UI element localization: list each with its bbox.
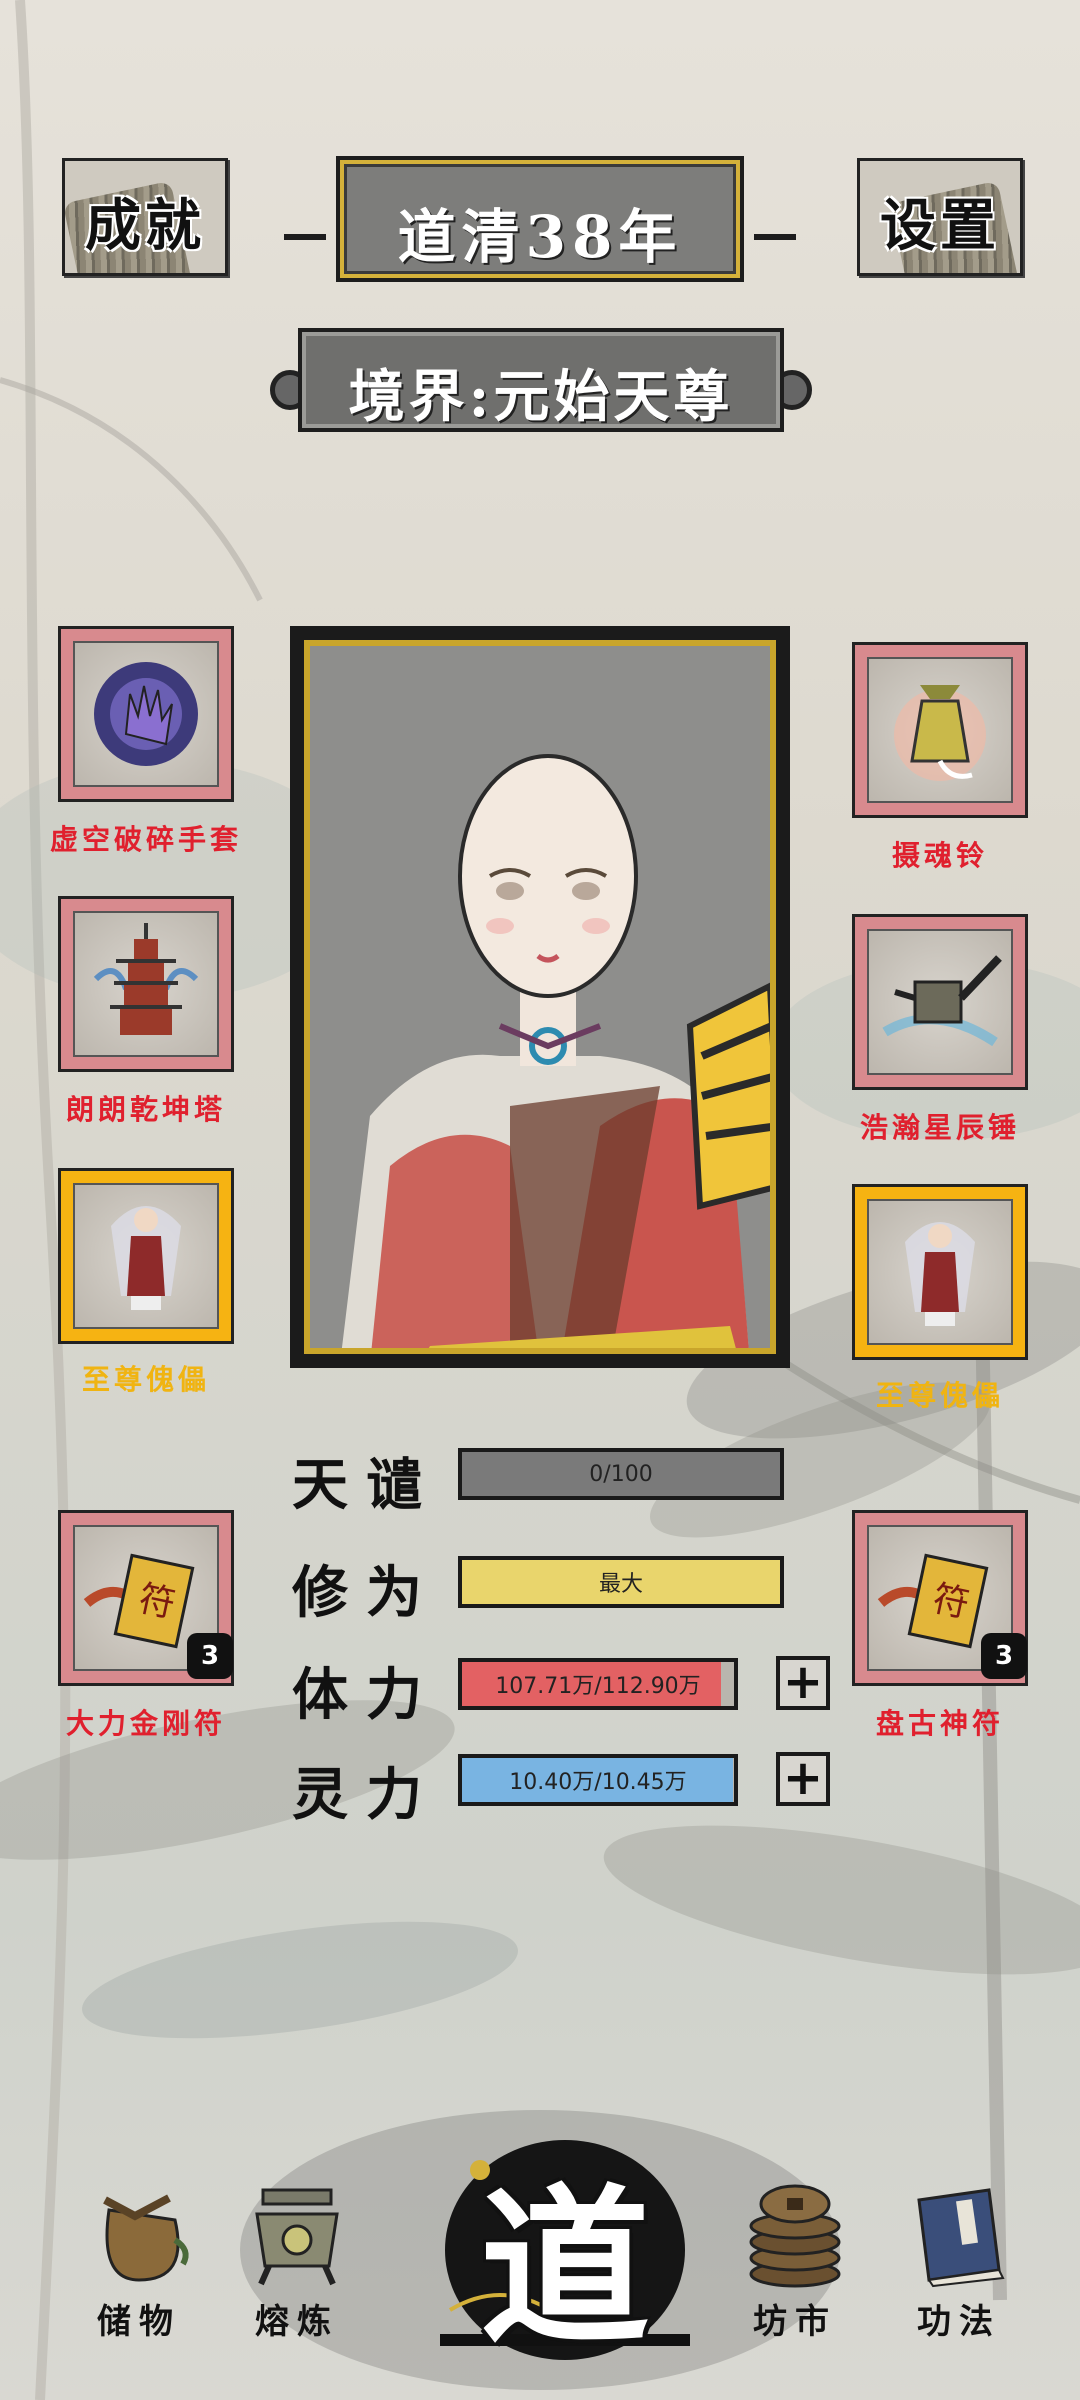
equip-name-left-2: 朗朗乾坤塔 xyxy=(65,1093,226,1126)
book-icon xyxy=(917,2188,1005,2288)
spirit-label: 灵力 xyxy=(292,1762,440,1828)
bell-icon xyxy=(894,685,986,781)
equip-slot-left-4[interactable]: 符 3 xyxy=(58,1510,234,1686)
equip-name-right-2: 浩瀚星辰锤 xyxy=(859,1111,1020,1144)
stamina-bar: 107.71万/112.90万 xyxy=(458,1658,738,1710)
nav-market[interactable]: 坊市 xyxy=(720,2180,870,2343)
coins-icon xyxy=(749,2184,841,2288)
equip-name-right-3: 至尊傀儡 xyxy=(875,1379,1004,1412)
achievements-button[interactable]: 成就 xyxy=(62,158,228,276)
cultivation-label: 修为 xyxy=(292,1560,440,1626)
nav-storage-label: 储物 xyxy=(97,2302,181,2342)
equip-name-right-4: 盘古神符 xyxy=(875,1707,1004,1740)
spirit-value: 10.40万/10.45万 xyxy=(509,1770,687,1795)
equip-slot-left-3[interactable] xyxy=(58,1168,234,1344)
equip-slot-right-4[interactable]: 符 3 xyxy=(852,1510,1028,1686)
pouch-icon xyxy=(103,2194,189,2282)
nav-smelt[interactable]: 熔炼 xyxy=(222,2180,372,2343)
cultivation-bar: 最大 xyxy=(458,1556,784,1608)
equip-name-right-1: 摄魂铃 xyxy=(891,839,988,872)
equip-slot-left-2[interactable] xyxy=(58,896,234,1072)
stamina-value: 107.71万/112.90万 xyxy=(495,1674,701,1699)
nav-skills-label: 功法 xyxy=(917,2302,1001,2342)
tribulation-label: 天谴 xyxy=(292,1452,440,1518)
nav-skills[interactable]: 功法 xyxy=(884,2180,1034,2343)
tribulation-bar: 0/100 xyxy=(458,1448,784,1500)
nav-smelt-label: 熔炼 xyxy=(255,2302,339,2342)
cultivation-value: 最大 xyxy=(598,1572,643,1597)
item-count-badge: 3 xyxy=(981,1633,1027,1679)
equip-name-left-3: 至尊傀儡 xyxy=(81,1363,210,1396)
equip-slot-right-2[interactable] xyxy=(852,914,1028,1090)
character-portrait[interactable] xyxy=(290,626,790,1368)
item-count-badge: 3 xyxy=(187,1633,233,1679)
plate-ornament-left xyxy=(284,234,326,240)
character-figure xyxy=(310,646,770,1348)
puppet-icon xyxy=(905,1222,975,1326)
tribulation-value: 0/100 xyxy=(589,1461,653,1487)
nav-market-label: 坊市 xyxy=(753,2302,837,2342)
realm-title: 境界:元始天尊 xyxy=(348,364,734,430)
dao-main-button[interactable]: 道 xyxy=(440,2110,690,2370)
achievements-label: 成就 xyxy=(85,193,205,259)
settings-label: 设置 xyxy=(880,193,1000,259)
equip-name-left-1: 虚空破碎手套 xyxy=(49,823,242,856)
add-stamina-button[interactable]: + xyxy=(776,1656,830,1710)
nav-storage[interactable]: 储物 xyxy=(64,2180,214,2343)
equip-slot-right-3[interactable] xyxy=(852,1184,1028,1360)
cauldron-icon xyxy=(255,2188,339,2286)
realm-plate: 境界:元始天尊 xyxy=(298,328,784,432)
pagoda-icon xyxy=(93,923,199,1035)
equip-name-left-4: 大力金刚符 xyxy=(65,1707,226,1740)
add-spirit-button[interactable]: + xyxy=(776,1752,830,1806)
settings-button[interactable]: 设置 xyxy=(857,158,1023,276)
dao-label: 道 xyxy=(479,2168,650,2368)
spirit-bar: 10.40万/10.45万 xyxy=(458,1754,738,1806)
puppet-icon xyxy=(111,1206,181,1310)
stamina-label: 体力 xyxy=(292,1662,440,1728)
year-title: 道清38年 xyxy=(397,203,683,271)
year-title-plate: 道清38年 xyxy=(284,160,796,278)
glove-icon xyxy=(94,662,198,766)
equip-slot-left-1[interactable] xyxy=(58,626,234,802)
plate-ornament-right xyxy=(754,234,796,240)
equip-slot-right-1[interactable] xyxy=(852,642,1028,818)
hammer-icon xyxy=(882,955,1002,1047)
